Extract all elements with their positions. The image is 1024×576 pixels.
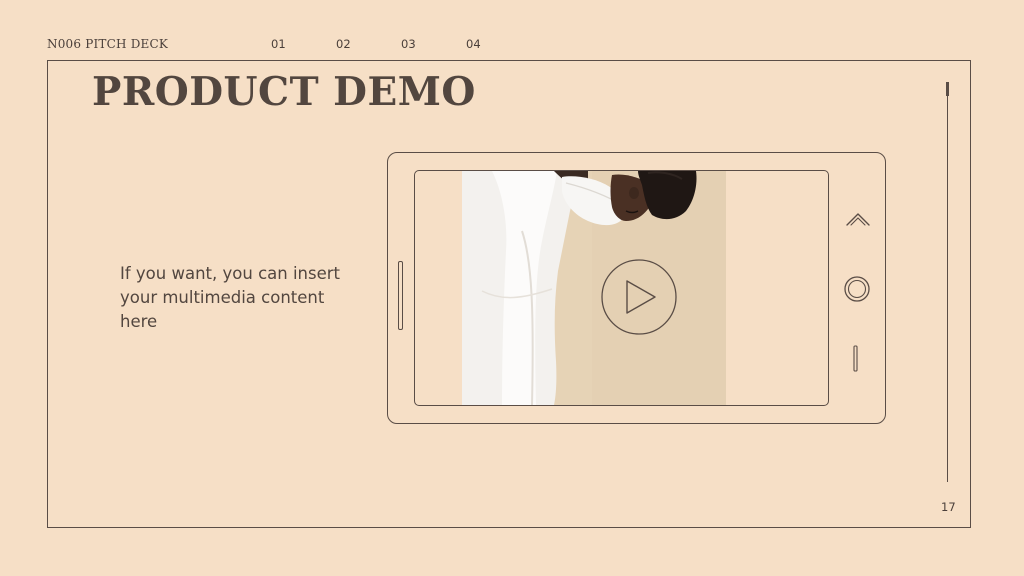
nav-item-03[interactable]: 03 <box>401 37 416 51</box>
page-title: PRODUCT DEMO <box>92 69 476 115</box>
page-number: 17 <box>941 500 956 514</box>
menu-bar-icon[interactable] <box>852 345 860 373</box>
scroll-track[interactable] <box>947 82 948 482</box>
top-bar: N006 PITCH DECK 01 02 03 04 <box>47 37 547 53</box>
phone-side-slot <box>398 261 403 330</box>
nav-item-02[interactable]: 02 <box>336 37 351 51</box>
scroll-thumb[interactable] <box>946 82 949 96</box>
home-circle-icon[interactable] <box>843 275 871 303</box>
video-player[interactable] <box>462 171 726 405</box>
video-thumbnail <box>462 171 726 405</box>
nav-item-01[interactable]: 01 <box>271 37 286 51</box>
deck-label: N006 PITCH DECK <box>47 37 169 51</box>
chevron-up-icon[interactable] <box>845 210 871 228</box>
nav-item-04[interactable]: 04 <box>466 37 481 51</box>
body-text: If you want, you can insert your multime… <box>120 264 340 331</box>
